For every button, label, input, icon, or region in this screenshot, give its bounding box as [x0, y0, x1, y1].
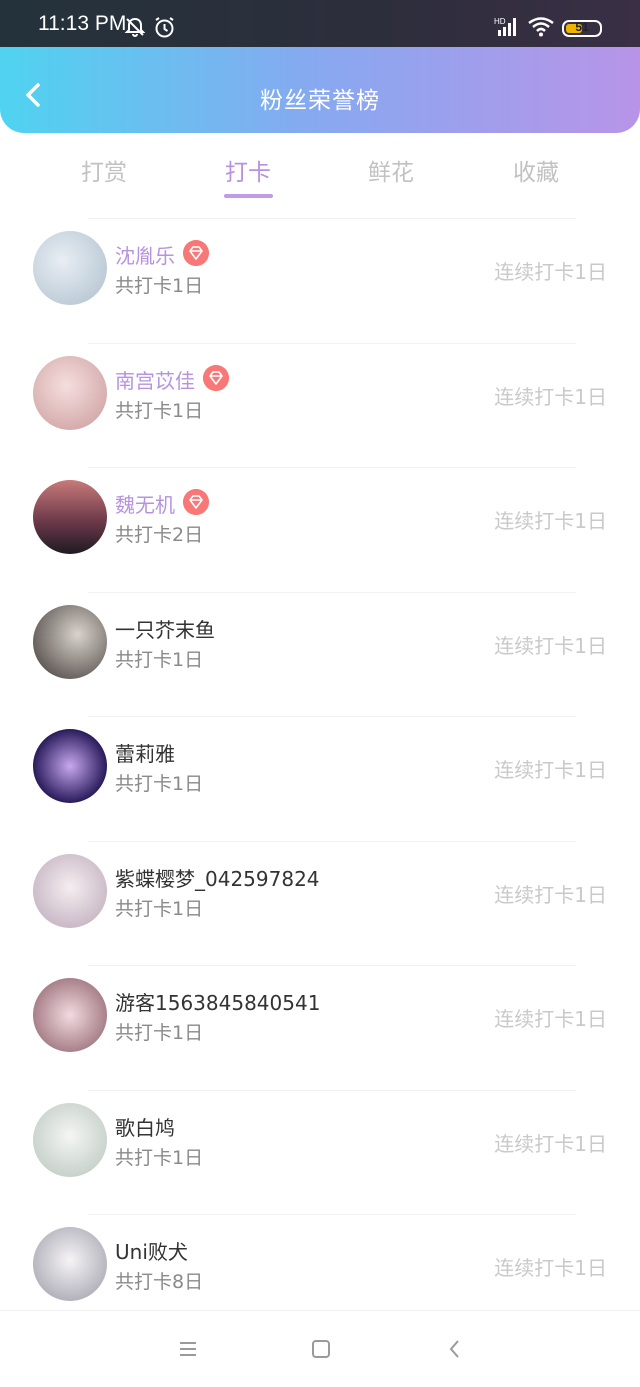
tab-bar: 打赏 打卡 鲜花 收藏 — [0, 133, 640, 213]
row-divider — [88, 591, 576, 593]
list-item[interactable]: 南宫苡佳共打卡1日 连续打卡1日 — [0, 342, 640, 468]
status-bar: 11:13 PM HD 51 — [0, 0, 640, 47]
row-divider — [88, 218, 576, 219]
total-checkins: 共打卡8日 — [115, 1271, 204, 1293]
user-name: 蕾莉雅 — [115, 742, 175, 766]
user-name: 南宫苡佳 — [115, 368, 195, 393]
total-checkins: 共打卡1日 — [115, 897, 204, 920]
checkin-streak: 连续打卡1日 — [494, 882, 607, 907]
avatar[interactable] — [33, 729, 107, 803]
checkin-streak: 连续打卡1日 — [494, 1131, 607, 1156]
checkin-streak: 连续打卡1日 — [494, 260, 607, 284]
row-divider — [88, 1089, 576, 1091]
list-item[interactable]: 歌白鸠共打卡1日 连续打卡1日 — [0, 1089, 640, 1215]
wifi-icon — [528, 17, 554, 37]
checkin-streak: 连续打卡1日 — [494, 384, 607, 409]
user-name: 魏无机 — [115, 493, 175, 517]
tab-tip[interactable]: 打赏 — [49, 153, 159, 187]
active-tab-indicator — [224, 194, 273, 198]
row-divider — [88, 342, 576, 344]
list-item[interactable]: 魏无机共打卡2日 连续打卡1日 — [0, 467, 640, 592]
checkin-streak: 连续打卡1日 — [494, 1007, 607, 1031]
row-divider — [88, 716, 576, 717]
svg-text:HD: HD — [494, 17, 506, 26]
total-checkins: 共打卡1日 — [115, 399, 204, 422]
fan-list: 沈胤乐 共打卡1日 连续打卡1日 南宫苡佳 共打卡1日 连续打卡1日 魏无机 共打卡2日 连续打… — [0, 218, 640, 1339]
list-item[interactable]: 一只芥末鱼共打卡1日 连续打卡1日 — [0, 591, 640, 717]
diamond-badge-icon — [183, 489, 209, 515]
header: 11:13 PM HD 51 粉丝荣誉榜 — [0, 0, 640, 133]
avatar[interactable] — [33, 231, 107, 305]
checkin-streak: 连续打卡1日 — [494, 509, 607, 533]
status-time: 11:13 PM — [38, 12, 127, 35]
total-checkins: 共打卡1日 — [115, 275, 204, 297]
system-nav-bar — [0, 1310, 640, 1387]
back-icon[interactable] — [444, 1339, 466, 1359]
list-item[interactable]: 蕾莉雅共打卡1日 连续打卡1日 — [0, 716, 640, 841]
row-divider — [88, 965, 576, 966]
tab-flowers[interactable]: 鲜花 — [336, 153, 446, 187]
hd-signal-icon: HD — [494, 17, 516, 36]
battery-icon: 51 — [562, 20, 602, 37]
avatar[interactable] — [33, 1227, 107, 1301]
battery-level: 51 — [575, 20, 589, 34]
tab-favorites[interactable]: 收藏 — [481, 153, 591, 187]
user-name: 一只芥末鱼 — [115, 617, 215, 642]
avatar[interactable] — [33, 1102, 107, 1177]
total-checkins: 共打卡1日 — [115, 773, 204, 795]
avatar[interactable] — [33, 480, 107, 554]
user-name: 沈胤乐 — [115, 244, 175, 268]
avatar[interactable] — [33, 978, 107, 1052]
row-divider — [88, 1214, 576, 1215]
user-name: 歌白鸠 — [115, 1115, 175, 1140]
avatar[interactable] — [33, 604, 107, 679]
user-name: Uni败犬 — [115, 1240, 188, 1264]
row-divider — [88, 840, 576, 842]
total-checkins: 共打卡1日 — [115, 648, 204, 671]
tab-checkin[interactable]: 打卡 — [193, 153, 303, 187]
total-checkins: 共打卡1日 — [115, 1022, 204, 1044]
diamond-badge-icon — [183, 240, 209, 266]
checkin-streak: 连续打卡1日 — [494, 633, 607, 658]
checkin-streak: 连续打卡1日 — [494, 758, 607, 782]
home-icon[interactable] — [310, 1339, 332, 1359]
total-checkins: 共打卡1日 — [115, 1146, 204, 1169]
total-checkins: 共打卡2日 — [115, 524, 204, 546]
bell-off-icon — [124, 17, 146, 37]
alarm-icon — [155, 17, 174, 38]
user-name: 紫蝶樱梦_042597824 — [115, 866, 320, 891]
list-item[interactable]: 游客1563845840541 共打卡1日 连续打卡1日 — [0, 965, 640, 1090]
page-title: 粉丝荣誉榜 — [260, 88, 380, 114]
user-name: 游客1563845840541 — [115, 991, 321, 1015]
list-item[interactable]: 沈胤乐共打卡1日 连续打卡1日 — [0, 218, 640, 343]
avatar[interactable] — [33, 355, 107, 430]
avatar[interactable] — [33, 853, 107, 928]
menu-icon[interactable] — [177, 1339, 199, 1359]
list-item[interactable]: 紫蝶樱梦_042597824 共打卡1日 连续打卡1日 — [0, 840, 640, 966]
row-divider — [88, 467, 576, 468]
checkin-streak: 连续打卡1日 — [494, 1256, 607, 1280]
diamond-badge-icon — [203, 364, 229, 391]
